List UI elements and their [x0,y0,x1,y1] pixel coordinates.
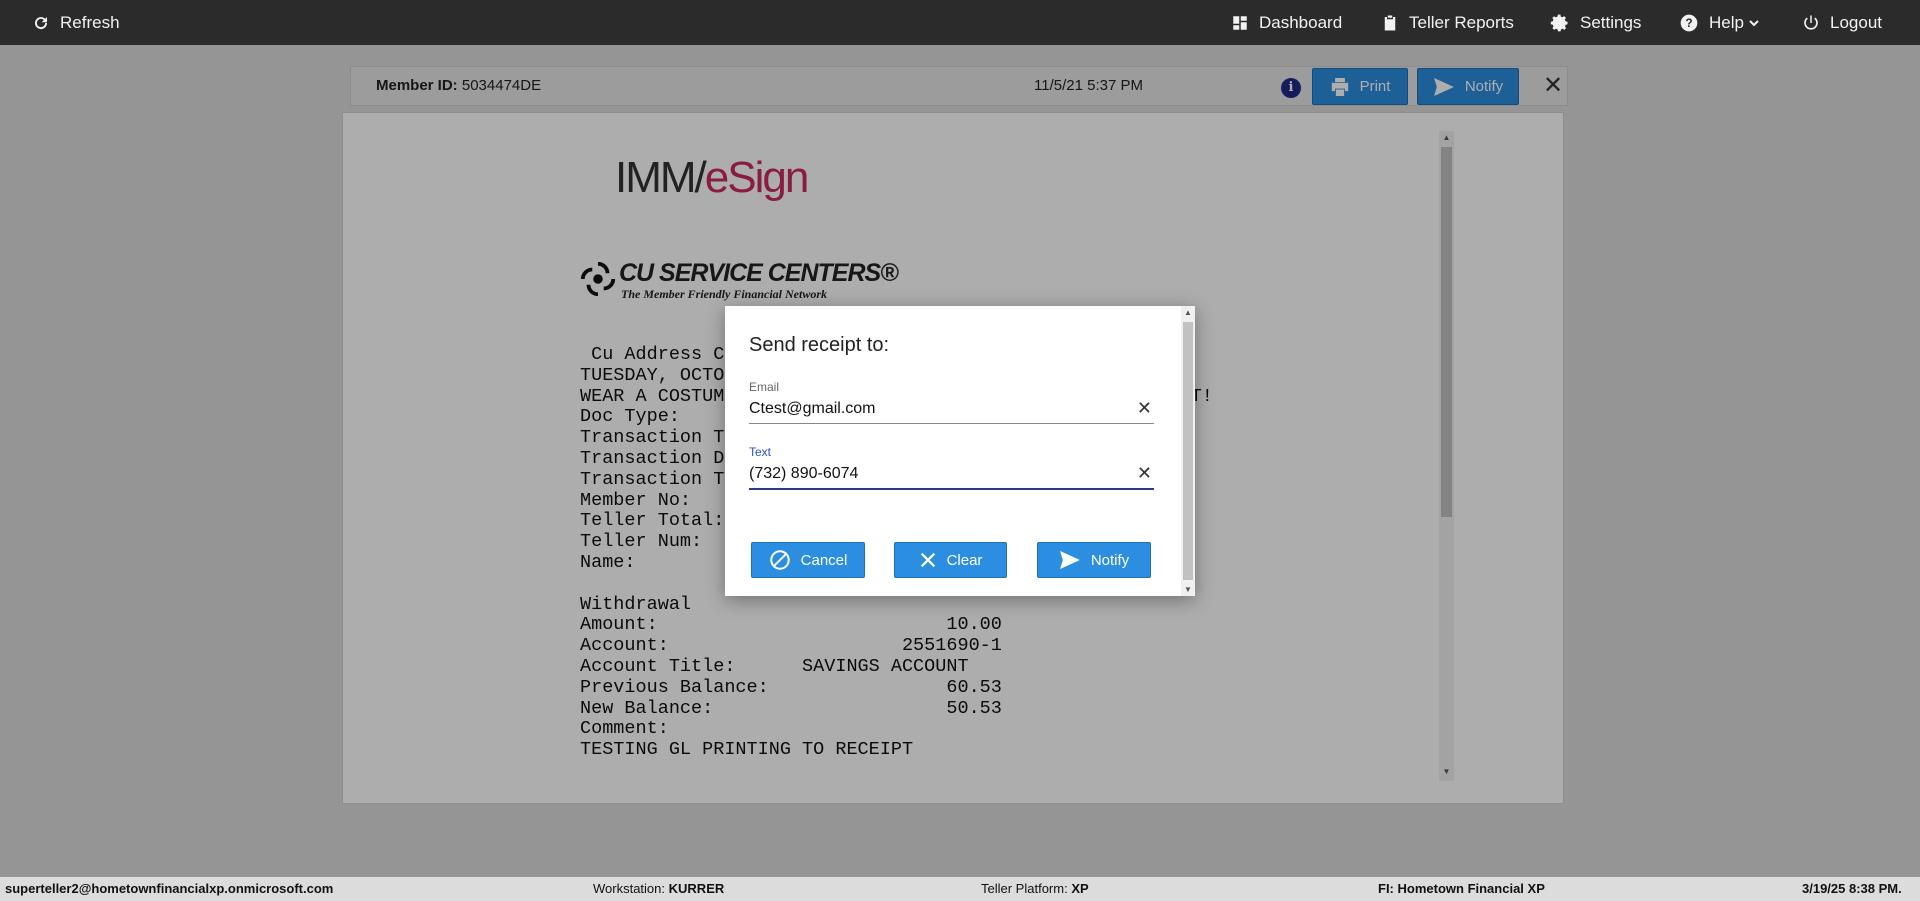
refresh-button[interactable]: Refresh [32,0,120,45]
nav-settings-label: Settings [1580,12,1642,32]
nav-dashboard-label: Dashboard [1259,12,1343,32]
dialog-notify-button[interactable]: Notify [1037,542,1151,578]
platform-label: Teller Platform: [981,881,1068,896]
email-field[interactable]: Email ✕ [749,380,1154,426]
dialog-notify-label: Notify [1090,551,1130,569]
email-input[interactable] [749,400,1119,418]
text-label: Text [749,445,772,459]
cancel-button[interactable]: Cancel [751,542,865,578]
platform-value: XP [1071,881,1089,896]
status-fi: FI: Hometown Financial XP [1378,881,1545,896]
refresh-icon [35,16,48,29]
cancel-icon [769,550,790,570]
power-icon [1804,15,1818,30]
clear-email-icon[interactable]: ✕ [1137,398,1152,419]
status-bar: superteller2@hometownfinancialxp.onmicro… [0,877,1920,901]
dialog-scroll-thumb[interactable] [1183,322,1193,580]
dialog-scrollbar[interactable]: ▲ ▼ [1181,306,1195,596]
nav-settings[interactable]: Settings [1550,0,1641,45]
fi-value: Hometown Financial XP [1397,881,1545,896]
svg-text:?: ? [1685,17,1692,30]
chevron-down-icon [1749,19,1759,26]
clipboard-icon [1384,15,1396,30]
nav-help-label: Help [1709,12,1744,32]
dialog-title: Send receipt to: [749,334,890,356]
text-underline [749,488,1154,490]
clear-icon [920,552,935,568]
fi-label: FI: [1378,881,1394,896]
text-field[interactable]: Text ✕ [749,445,1154,491]
send-receipt-dialog: Send receipt to: Email ✕ Text ✕ Cancel C… [725,306,1195,596]
nav-teller-reports[interactable]: Teller Reports [1381,0,1514,45]
email-underline [749,423,1154,424]
status-user: superteller2@hometownfinancialxp.onmicro… [5,881,334,896]
nav-logout-label: Logout [1830,12,1882,32]
status-datetime: 3/19/25 8:38 PM. [1802,881,1902,896]
help-icon: ? [1680,14,1698,31]
top-nav-bar: Refresh Dashboard Teller Reports Setting… [0,0,1920,45]
clear-label: Clear [946,551,983,569]
nav-help[interactable]: ? Help [1679,0,1760,45]
email-label: Email [749,380,780,394]
clear-text-icon[interactable]: ✕ [1137,463,1152,484]
gear-icon [1550,14,1568,31]
cancel-label: Cancel [800,551,848,569]
dialog-scroll-down[interactable]: ▼ [1182,585,1194,594]
clear-button[interactable]: Clear [894,542,1007,578]
status-workstation: Workstation: KURRER [593,881,724,896]
nav-logout[interactable]: Logout [1802,0,1882,45]
nav-teller-reports-label: Teller Reports [1409,12,1514,32]
dialog-scroll-up[interactable]: ▲ [1182,308,1194,317]
workstation-value: KURRER [668,881,725,896]
workstation-label: Workstation: [593,881,666,896]
text-input[interactable] [749,465,1119,483]
nav-dashboard[interactable]: Dashboard [1231,0,1342,45]
send-icon [1059,551,1080,569]
status-platform: Teller Platform: XP [981,881,1089,896]
refresh-label: Refresh [60,12,120,32]
dashboard-icon [1233,15,1247,30]
